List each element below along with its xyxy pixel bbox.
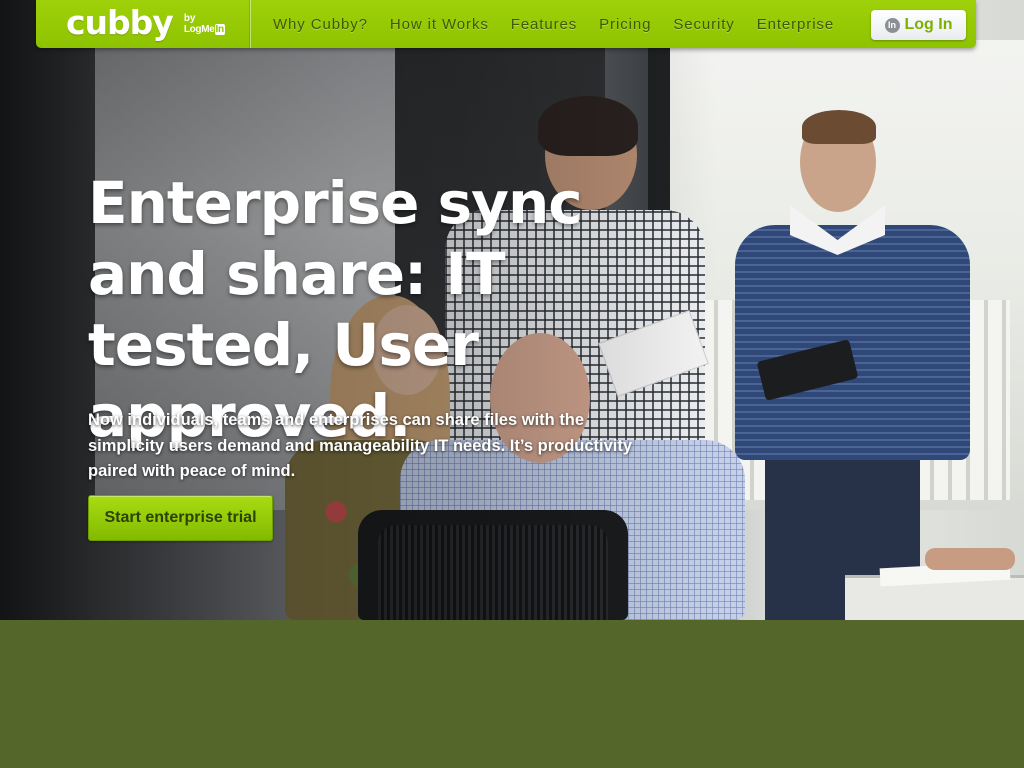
login-button[interactable]: In Log In <box>871 10 966 40</box>
main-nav: Why Cubby? How it Works Features Pricing… <box>273 0 856 48</box>
logmein-icon: In <box>884 17 900 33</box>
logmein-in-badge: In <box>214 24 225 35</box>
top-navbar: cubby by LogMeIn Why Cubby? How it Works… <box>36 0 976 48</box>
nav-link-enterprise[interactable]: Enterprise <box>757 16 834 33</box>
logo-wordmark: cubby <box>66 3 174 42</box>
hero-subtext: Now individuals, teams and enterprises c… <box>88 411 633 480</box>
logmein-text: LogMe <box>183 24 215 35</box>
nav-link-how-it-works[interactable]: How it Works <box>390 16 489 33</box>
nav-link-pricing[interactable]: Pricing <box>599 16 651 33</box>
lower-section <box>0 620 1024 768</box>
logo-by-text: by <box>183 13 196 24</box>
logmein-logo: LogMeIn <box>184 24 225 36</box>
cubby-logo[interactable]: cubby by LogMeIn <box>66 4 225 44</box>
logo-byline: by LogMeIn <box>184 14 225 36</box>
start-enterprise-trial-button[interactable]: Start enterprise trial <box>88 495 273 541</box>
nav-link-features[interactable]: Features <box>511 16 577 33</box>
login-label: Log In <box>904 16 953 33</box>
nav-link-why-cubby[interactable]: Why Cubby? <box>273 16 368 33</box>
nav-divider <box>250 0 251 48</box>
nav-link-security[interactable]: Security <box>673 16 734 33</box>
